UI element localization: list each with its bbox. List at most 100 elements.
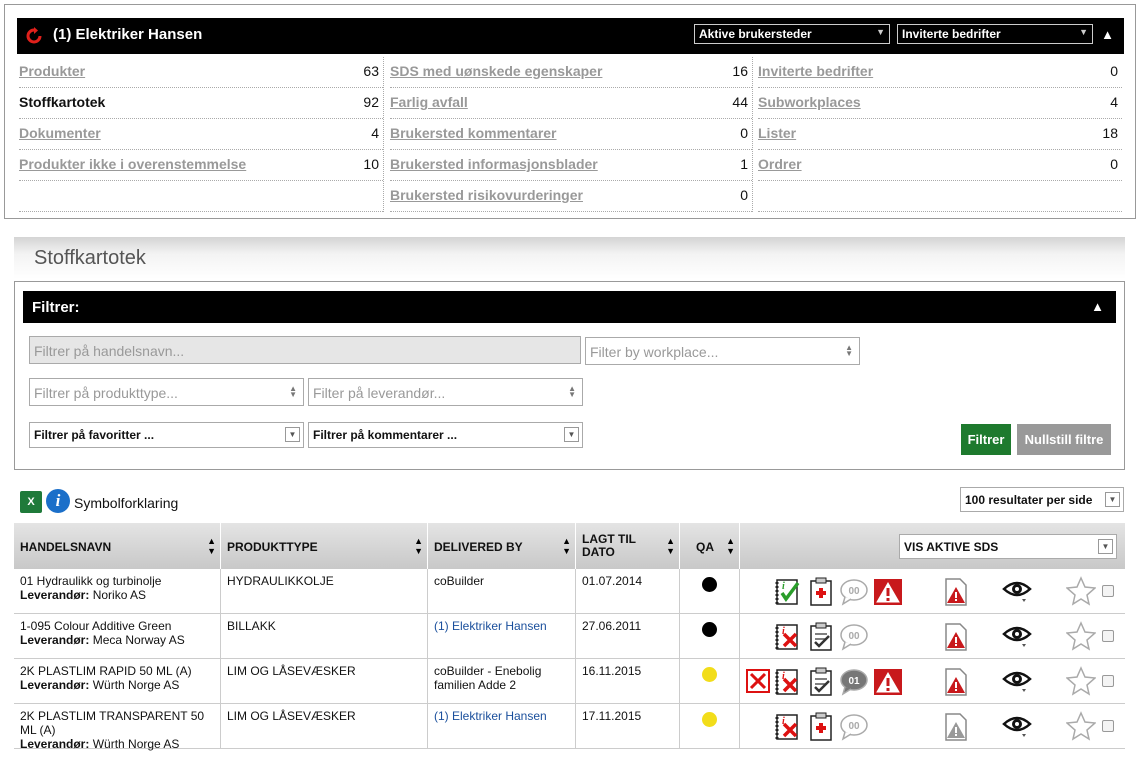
- first-aid-icon[interactable]: [807, 712, 837, 742]
- sds-document-icon[interactable]: [942, 577, 972, 607]
- tradename[interactable]: 2K PLASTLIM TRANSPARENT 50 ML (A): [20, 709, 204, 737]
- sds-document-icon[interactable]: [942, 712, 972, 742]
- column-header-qa[interactable]: QA ▲ ▼: [680, 523, 740, 569]
- row-checkbox[interactable]: [1102, 630, 1114, 642]
- info-sheet-icon[interactable]: i: [774, 622, 804, 652]
- stat-link-info-sheets[interactable]: Brukersted informasjonsblader: [390, 156, 598, 172]
- supplier-filter-select[interactable]: Filter på leverandør... ▲ ▼: [308, 378, 583, 406]
- view-icon[interactable]: [1002, 712, 1032, 742]
- svg-text:00: 00: [848, 721, 860, 732]
- stat-link-hazardous-waste[interactable]: Farlig avfall: [390, 94, 468, 110]
- comment-icon[interactable]: 00: [839, 622, 869, 652]
- workplace-status-value: Aktive brukersteder: [699, 27, 812, 41]
- column-header-tradename[interactable]: HANDELSNAVN ▲ ▼: [14, 523, 221, 569]
- cell-producttype: BILLAKK: [221, 614, 428, 659]
- stat-link-workplace-comments[interactable]: Brukersted kommentarer: [390, 125, 557, 141]
- collapse-icon[interactable]: ▲: [1091, 299, 1104, 314]
- producttype-filter-select[interactable]: Filtrer på produkttype... ▲ ▼: [29, 378, 304, 406]
- comments-filter-select[interactable]: Filtrer på kommentarer ... ▼: [308, 422, 583, 448]
- stat-row: Subworkplaces 4: [758, 88, 1122, 119]
- info-sheet-icon[interactable]: i: [774, 577, 804, 607]
- producttype-filter-placeholder: Filtrer på produkttype...: [34, 385, 178, 401]
- info-sheet-icon[interactable]: i: [774, 712, 804, 742]
- stat-link-sds-properties[interactable]: SDS med uønskede egenskaper: [390, 63, 602, 79]
- hazard-warning-icon[interactable]: [873, 667, 903, 697]
- workplace-status-select[interactable]: Aktive brukersteder ▼: [694, 24, 890, 44]
- reset-filter-button[interactable]: Nullstill filtre: [1017, 424, 1111, 455]
- table-row[interactable]: 01 Hydraulikk og turbinolje Leverandør: N…: [14, 569, 1125, 614]
- sort-icon[interactable]: ▲ ▼: [414, 536, 423, 556]
- apply-filter-button[interactable]: Filtrer: [961, 424, 1011, 455]
- tradename[interactable]: 2K PLASTLIM RAPID 50 ML (A): [20, 664, 192, 678]
- sort-icon[interactable]: ▲ ▼: [207, 536, 216, 556]
- table-row[interactable]: 2K PLASTLIM RAPID 50 ML (A) Leverandør: W…: [14, 659, 1125, 704]
- divider: [752, 57, 753, 212]
- company-type-select[interactable]: Inviterte bedrifter ▼: [897, 24, 1093, 44]
- stat-row: Produkter 63: [19, 57, 383, 88]
- table-row[interactable]: 1-095 Colour Additive Green Leverandør: M…: [14, 614, 1125, 659]
- favorite-star-icon[interactable]: [1066, 666, 1096, 696]
- date-added: 27.06.2011: [582, 619, 642, 633]
- stat-link-subworkplaces[interactable]: Subworkplaces: [758, 94, 861, 110]
- info-icon[interactable]: i: [46, 489, 70, 513]
- cell-tradename: 1-095 Colour Additive Green Leverandør: M…: [14, 614, 221, 659]
- risk-assessment-icon[interactable]: [807, 622, 837, 652]
- stat-row: Brukersted risikovurderinger 0: [390, 181, 752, 212]
- comment-icon[interactable]: 00: [839, 577, 869, 607]
- symbol-legend-link[interactable]: Symbolforklaring: [74, 495, 178, 511]
- workplace-filter-select[interactable]: Filter by workplace... ▲ ▼: [585, 337, 860, 365]
- column-header-date[interactable]: LAGT TIL DATO ▲ ▼: [576, 523, 680, 569]
- refresh-icon[interactable]: [25, 27, 43, 45]
- view-icon[interactable]: [1002, 622, 1032, 652]
- supplier-name: Noriko AS: [92, 588, 147, 602]
- sort-icon[interactable]: ▲ ▼: [726, 536, 735, 556]
- stat-link-non-compliant[interactable]: Produkter ikke i overenstemmelse: [19, 156, 246, 172]
- favorite-star-icon[interactable]: [1066, 711, 1096, 741]
- tradename[interactable]: 01 Hydraulikk og turbinolje: [20, 574, 161, 588]
- comment-icon[interactable]: 00: [839, 712, 869, 742]
- table-row[interactable]: 2K PLASTLIM TRANSPARENT 50 ML (A) Leveran…: [14, 704, 1125, 751]
- sort-icon[interactable]: ▲ ▼: [666, 536, 675, 556]
- view-icon[interactable]: [1002, 577, 1032, 607]
- row-checkbox[interactable]: [1102, 720, 1114, 732]
- row-checkbox[interactable]: [1102, 675, 1114, 687]
- delete-icon[interactable]: [745, 667, 775, 697]
- tradename[interactable]: 1-095 Colour Additive Green: [20, 619, 171, 633]
- svg-text:00: 00: [848, 631, 860, 642]
- info-sheet-icon[interactable]: i: [774, 667, 804, 697]
- column-header-delivered-by[interactable]: DELIVERED BY ▲ ▼: [428, 523, 576, 569]
- delivered-by[interactable]: (1) Elektriker Hansen: [434, 619, 547, 633]
- first-aid-icon[interactable]: [807, 577, 837, 607]
- risk-assessment-icon[interactable]: [807, 667, 837, 697]
- tradename-filter-input[interactable]: Filtrer på handelsnavn...: [29, 336, 581, 364]
- divider: [383, 57, 384, 212]
- favorites-filter-select[interactable]: Filtrer på favoritter ... ▼: [29, 422, 304, 448]
- cell-date: 16.11.2015: [576, 659, 680, 704]
- date-added: 17.11.2015: [582, 709, 642, 723]
- collapse-icon[interactable]: ▲: [1101, 27, 1114, 42]
- favorite-star-icon[interactable]: [1066, 621, 1096, 651]
- stat-link-produkter[interactable]: Produkter: [19, 63, 85, 79]
- favorite-star-icon[interactable]: [1066, 576, 1096, 606]
- stat-link-risk-assessments[interactable]: Brukersted risikovurderinger: [390, 187, 583, 203]
- stat-link-orders[interactable]: Ordrer: [758, 156, 802, 172]
- producttype: LIM OG LÅSEVÆSKER: [227, 709, 356, 723]
- stat-link-invited-companies[interactable]: Inviterte bedrifter: [758, 63, 873, 79]
- sds-filter-select[interactable]: VIS AKTIVE SDS ▼: [899, 534, 1117, 559]
- delivered-by[interactable]: (1) Elektriker Hansen: [434, 709, 547, 723]
- view-icon[interactable]: [1002, 667, 1032, 697]
- sort-icon[interactable]: ▲ ▼: [562, 536, 571, 556]
- comment-icon[interactable]: 01: [839, 667, 869, 697]
- date-added: 01.07.2014: [582, 574, 643, 588]
- sds-document-icon[interactable]: [942, 622, 972, 652]
- stat-link-dokumenter[interactable]: Dokumenter: [19, 125, 101, 141]
- excel-export-icon[interactable]: X: [20, 491, 42, 513]
- company-title: (1) Elektriker Hansen: [53, 26, 203, 43]
- row-checkbox[interactable]: [1102, 585, 1114, 597]
- hazard-warning-icon[interactable]: [873, 577, 903, 607]
- results-per-page-select[interactable]: 100 resultater per side ▼: [960, 487, 1124, 512]
- stat-link-lists[interactable]: Lister: [758, 125, 796, 141]
- stat-row: Brukersted kommentarer 0: [390, 119, 752, 150]
- column-header-producttype[interactable]: PRODUKTTYPE ▲ ▼: [221, 523, 428, 569]
- sds-document-icon[interactable]: [942, 667, 972, 697]
